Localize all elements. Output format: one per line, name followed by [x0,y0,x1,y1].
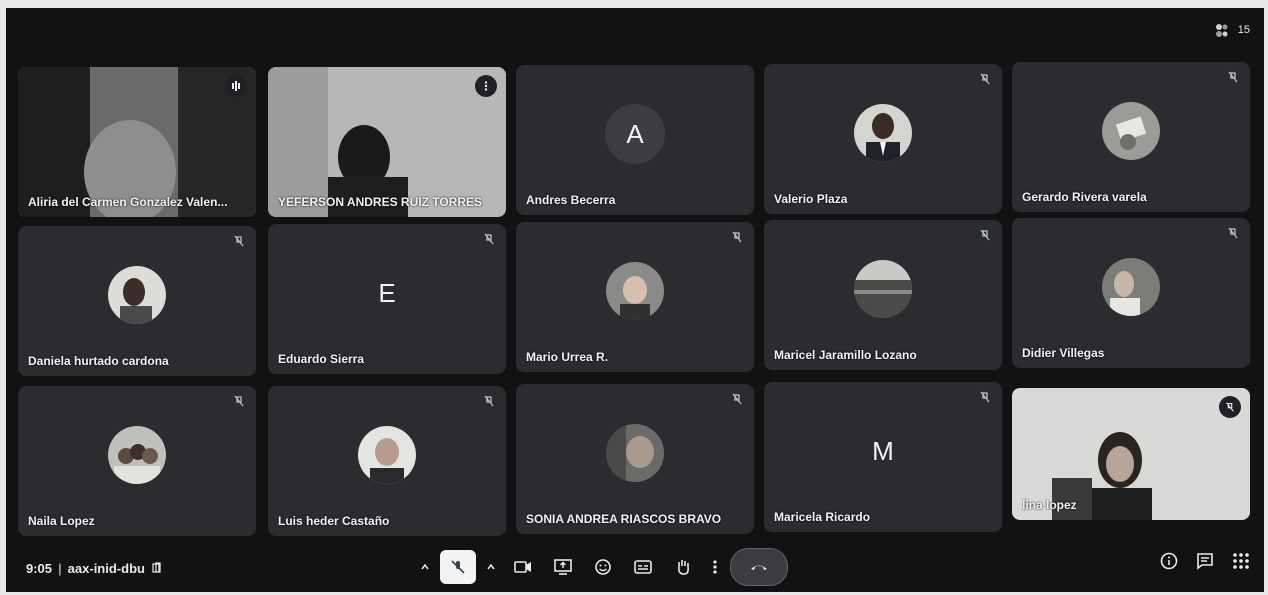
raise-hand-icon [678,560,689,575]
participant-name: Luis heder Castaño [278,514,390,528]
mic-off-icon [484,233,494,245]
camera-button[interactable] [506,550,540,584]
captions-icon [634,560,652,574]
participant-name: Mario Urrea R. [526,350,609,364]
more-vert-icon [713,560,717,574]
avatar [108,266,166,324]
mic-off-icon [980,73,990,85]
participant-tile[interactable]: YEFERSON ANDRES RUIZ TORRES [268,67,506,217]
mic-off-icon [234,395,244,407]
participant-name: Daniela hurtado cardona [28,354,169,368]
participant-name: lina lopez [1022,498,1077,512]
camera-icon [514,561,531,573]
participant-tile[interactable]: Gerardo Rivera varela [1012,62,1250,212]
muted-badge [1219,396,1241,418]
current-time: 9:05 [26,560,53,576]
participant-name: Gerardo Rivera varela [1022,190,1147,204]
microphone-button[interactable] [440,550,476,584]
mic-off-icon [234,235,244,247]
leave-call-button[interactable] [730,548,788,586]
chevron-up-icon [421,563,429,570]
apps-icon[interactable] [1232,552,1250,570]
participant-tile[interactable]: Luis heder Castaño [268,386,506,536]
chat-icon[interactable] [1196,552,1214,570]
avatar [108,426,166,484]
audio-options-button[interactable] [416,550,434,584]
more-options-badge[interactable] [475,75,497,97]
mic-off-icon [732,393,742,405]
more-options-button[interactable] [706,550,724,584]
call-end-icon [751,565,767,570]
initial-avatar: A [605,104,665,164]
participant-tile[interactable]: M Maricela Ricardo [764,382,1002,532]
initial-avatar: E [378,277,396,308]
participant-tile[interactable]: SONIA ANDREA RIASCOS BRAVO [516,384,754,534]
participant-tile[interactable]: Naila Lopez [18,386,256,536]
meet-window: 15 Aliria del Carmen Gonzalez Valen... Y… [6,8,1264,592]
chevron-up-icon [487,563,495,570]
mic-off-icon [1228,227,1238,239]
avatar [1102,102,1160,160]
avatar [854,104,912,162]
participant-name: Maricel Jaramillo Lozano [774,348,917,362]
participant-tile[interactable]: Maricel Jaramillo Lozano [764,220,1002,370]
participant-name: Eduardo Sierra [278,352,365,366]
mic-off-icon [732,231,742,243]
mic-off-icon [1228,71,1238,83]
meeting-info: 9:05 | aax-inid-dbu [26,561,163,576]
emoji-icon [595,559,611,575]
participant-name: Andres Becerra [526,193,616,207]
info-icon[interactable] [1160,552,1178,570]
avatar [606,262,664,320]
participant-name: Maricela Ricardo [774,510,871,524]
avatar [1102,258,1160,316]
side-panel-controls [1160,552,1250,570]
participant-name: SONIA ANDREA RIASCOS BRAVO [526,512,722,526]
present-button[interactable] [546,550,580,584]
more-vert-icon [484,81,488,91]
audio-wave-icon [232,81,240,91]
call-controls [416,548,788,586]
copy-icon[interactable] [151,562,163,574]
participant-tile[interactable]: E Eduardo Sierra [268,224,506,374]
present-icon [554,559,572,575]
captions-button[interactable] [626,550,660,584]
raise-hand-button[interactable] [666,550,700,584]
avatar [854,260,912,318]
participant-name: YEFERSON ANDRES RUIZ TORRES [278,195,483,209]
avatar [606,424,664,482]
reactions-button[interactable] [586,550,620,584]
participant-name: Aliria del Carmen Gonzalez Valen... [28,195,228,209]
video-options-button[interactable] [482,550,500,584]
initial-avatar: M [872,435,894,466]
participant-tile[interactable]: Didier Villegas [1012,218,1250,368]
participant-name: Naila Lopez [28,514,95,528]
mic-off-icon [1226,402,1234,412]
participant-tile[interactable]: lina lopez [1012,388,1250,520]
avatar [358,426,416,484]
mic-off-icon [980,229,990,241]
divider: | [58,560,62,576]
participant-name: Didier Villegas [1022,346,1105,360]
meeting-code: aax-inid-dbu [67,560,145,576]
mic-off-icon [451,560,465,574]
participant-grid: Aliria del Carmen Gonzalez Valen... YEFE… [6,8,1264,592]
mic-off-icon [980,391,990,403]
participant-tile[interactable]: Daniela hurtado cardona [18,226,256,376]
mic-off-icon [484,395,494,407]
speaking-indicator [225,75,247,97]
participant-tile[interactable]: A Andres Becerra [516,65,754,215]
participant-name: Valerio Plaza [774,192,848,206]
participant-tile[interactable]: Valerio Plaza [764,64,1002,214]
bottom-toolbar: 9:05 | aax-inid-dbu [6,544,1264,592]
participant-tile[interactable]: Aliria del Carmen Gonzalez Valen... [18,67,256,217]
participant-tile[interactable]: Mario Urrea R. [516,222,754,372]
